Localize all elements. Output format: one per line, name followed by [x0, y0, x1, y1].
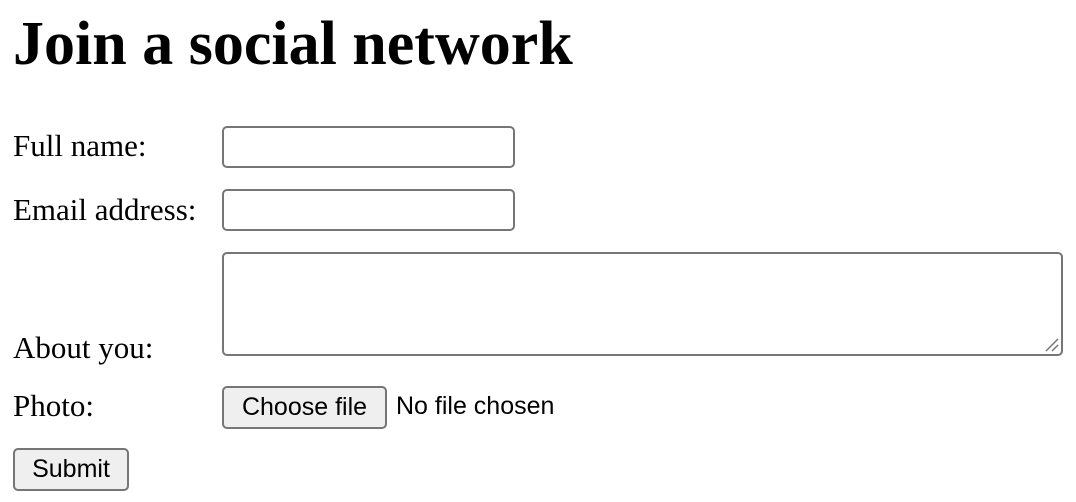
resize-grip-icon[interactable] — [1043, 336, 1059, 352]
full-name-label: Full name: — [13, 128, 147, 163]
photo-label: Photo: — [13, 388, 94, 423]
file-status-text: No file chosen — [396, 392, 555, 420]
email-address-label: Email address: — [13, 192, 197, 227]
about-you-label: About you: — [13, 330, 154, 365]
submit-button[interactable]: Submit — [13, 448, 129, 491]
page-title: Join a social network — [13, 10, 573, 78]
choose-file-button[interactable]: Choose file — [222, 386, 387, 429]
about-you-textarea[interactable] — [222, 252, 1063, 356]
full-name-input[interactable] — [222, 126, 515, 168]
email-address-input[interactable] — [222, 189, 515, 231]
